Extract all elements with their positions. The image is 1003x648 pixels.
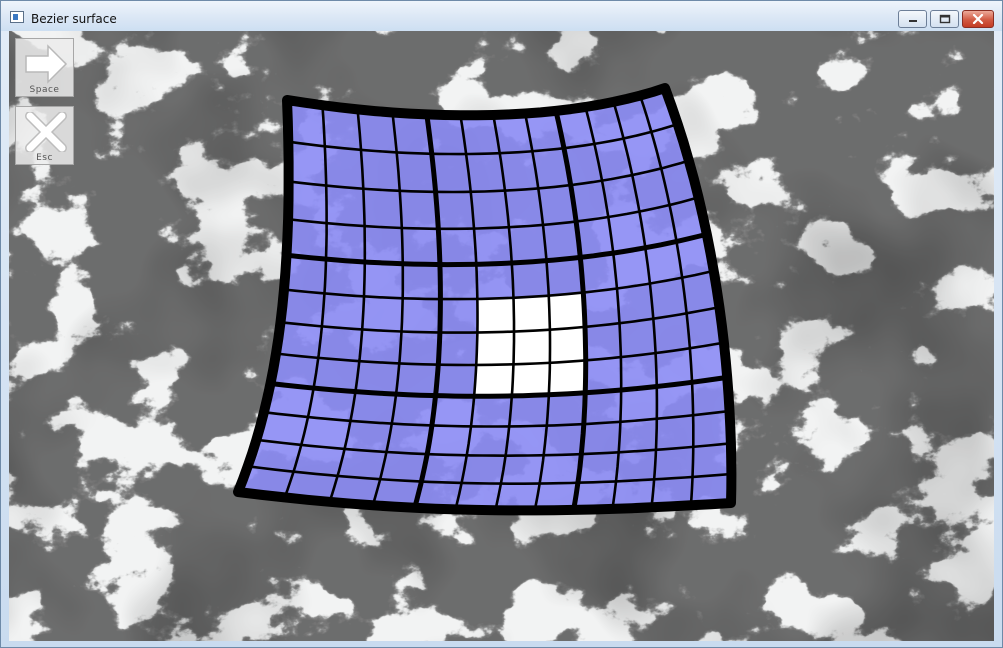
highlight-cells — [474, 292, 586, 397]
maximize-icon — [939, 14, 950, 24]
close-icon — [972, 14, 984, 24]
surface-highlight-patch — [474, 292, 586, 397]
application-window: Bezier surface Space Esc — [0, 0, 1003, 648]
app-window-icon — [10, 11, 24, 23]
maximize-button[interactable] — [930, 10, 959, 28]
space-button-label: Space — [29, 85, 60, 95]
arrow-right-icon — [25, 44, 68, 84]
minimize-icon — [908, 20, 917, 22]
esc-exit-button[interactable]: Esc — [15, 106, 74, 165]
space-next-button[interactable]: Space — [15, 38, 74, 97]
esc-button-label: Esc — [36, 153, 53, 163]
bezier-surface — [233, 83, 737, 516]
window-title: Bezier surface — [31, 12, 117, 26]
close-button[interactable] — [962, 10, 994, 28]
render-viewport[interactable]: Space Esc — [9, 31, 994, 641]
x-icon — [25, 112, 67, 152]
minimize-button[interactable] — [898, 10, 927, 28]
title-bar[interactable]: Bezier surface — [1, 1, 1002, 31]
